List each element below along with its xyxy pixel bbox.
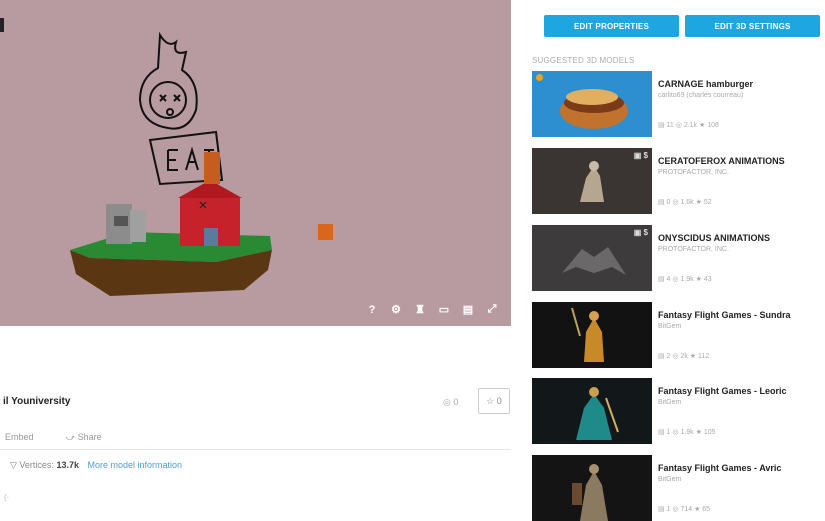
truck: [106, 204, 146, 244]
divider: [0, 449, 511, 450]
embed-link[interactable]: Embed: [5, 432, 34, 443]
edit-3d-settings-button[interactable]: EDIT 3D SETTINGS: [685, 15, 820, 37]
card-stats: ▤ 11 ◎ 2.1k ★ 108: [658, 122, 719, 129]
suggested-card[interactable]: ▣ $ CERATOFEROX ANIMATIONS PROTOFACTOR, …: [532, 148, 822, 214]
model-viewer[interactable]: ? ⚙ ♜ ▭ ▤ ⤢: [0, 0, 511, 326]
model-actions: Embed ⤻ Share: [0, 432, 102, 443]
top-left-marker: [0, 18, 4, 32]
vr-icon[interactable]: ▭: [437, 303, 451, 316]
suggested-card[interactable]: ▣ $ ONYSCIDUS ANIMATIONS PROTOFACTOR, IN…: [532, 225, 822, 291]
fullscreen-icon[interactable]: ⤢: [485, 303, 499, 316]
suggested-heading: SUGGESTED 3D MODELS: [532, 56, 635, 65]
card-author[interactable]: BitGem: [658, 399, 681, 406]
card-title[interactable]: Fantasy Flight Games - Sundra: [658, 310, 791, 320]
layout-icon[interactable]: ▤: [461, 303, 475, 316]
card-author[interactable]: carlito69 (charles courreau): [658, 92, 743, 99]
footer-fragment: (·: [4, 493, 10, 502]
viewer-controls: ? ⚙ ♜ ▭ ▤ ⤢: [365, 303, 499, 316]
card-title[interactable]: CARNAGE hamburger: [658, 79, 753, 89]
card-stats: ▤ 4 ◎ 1.9k ★ 43: [658, 276, 712, 283]
card-stats: ▤ 1 ◎ 1.9k ★ 105: [658, 429, 716, 436]
model-title[interactable]: il Youniversity: [3, 396, 70, 407]
price-badge: ▣ $: [633, 151, 648, 160]
settings-icon[interactable]: ⚙: [389, 303, 403, 316]
more-info-link[interactable]: More model information: [88, 460, 183, 470]
suggested-card[interactable]: Fantasy Flight Games - Sundra BitGem ▤ 2…: [532, 302, 822, 368]
staff-pick-icon: [536, 74, 543, 81]
help-icon[interactable]: ?: [365, 304, 379, 316]
model-meta: ▽ Vertices: 13.7k More model information: [10, 460, 182, 471]
card-thumbnail[interactable]: [532, 378, 652, 444]
inspector-icon[interactable]: ♜: [413, 303, 427, 316]
card-author[interactable]: BitGem: [658, 323, 681, 330]
vertices-value: 13.7k: [56, 460, 79, 470]
card-thumbnail[interactable]: [532, 71, 652, 137]
share-icon: ⤻: [65, 432, 78, 442]
share-label: Share: [77, 432, 102, 442]
card-thumbnail[interactable]: ▣ $: [532, 148, 652, 214]
like-button[interactable]: ☆ 0: [478, 388, 510, 414]
card-stats: ▤ 1 ◎ 714 ★ 65: [658, 506, 711, 513]
viewer-scene[interactable]: [0, 0, 511, 326]
edit-properties-button[interactable]: EDIT PROPERTIES: [544, 15, 679, 37]
floating-cylinder: [318, 224, 333, 240]
card-author[interactable]: PROTOFACTOR, INC.: [658, 169, 729, 176]
model-info: il Youniversity ◎ 0 ☆ 0 Embed ⤻ Share ▽ …: [0, 326, 511, 514]
card-stats: ▤ 0 ◎ 1.6k ★ 52: [658, 199, 712, 206]
suggested-card[interactable]: Fantasy Flight Games - Leoric BitGem ▤ 1…: [532, 378, 822, 444]
vertices-icon: ▽: [10, 460, 20, 470]
view-count: ◎ 0: [443, 397, 459, 407]
card-thumbnail[interactable]: [532, 455, 652, 521]
price-badge: ▣ $: [633, 228, 648, 237]
card-title[interactable]: Fantasy Flight Games - Avric: [658, 463, 781, 473]
share-link[interactable]: ⤻ Share: [66, 432, 102, 443]
suggested-card[interactable]: Fantasy Flight Games - Avric BitGem ▤ 1 …: [532, 455, 822, 521]
card-thumbnail[interactable]: ▣ $: [532, 225, 652, 291]
card-title[interactable]: Fantasy Flight Games - Leoric: [658, 386, 787, 396]
card-author[interactable]: PROTOFACTOR, INC.: [658, 246, 729, 253]
card-title[interactable]: CERATOFEROX ANIMATIONS: [658, 156, 785, 166]
card-thumbnail[interactable]: [532, 302, 652, 368]
card-author[interactable]: BitGem: [658, 476, 681, 483]
card-title[interactable]: ONYSCIDUS ANIMATIONS: [658, 233, 770, 243]
vertices-label: Vertices:: [19, 460, 54, 470]
suggested-card[interactable]: CARNAGE hamburger carlito69 (charles cou…: [532, 71, 822, 137]
card-stats: ▤ 2 ◎ 2k ★ 112: [658, 353, 710, 360]
